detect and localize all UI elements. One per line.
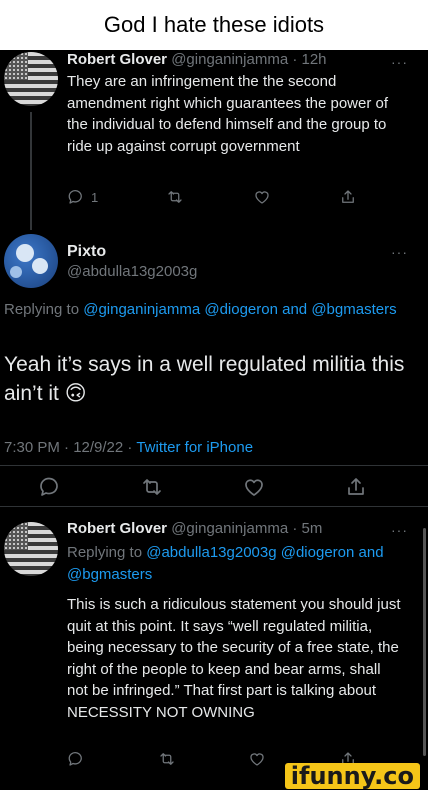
- retweet-icon: [160, 753, 174, 765]
- thread-line: [30, 112, 32, 230]
- mention-link[interactable]: @bgmasters: [311, 301, 396, 318]
- tweet-text: This is such a ridiculous statement you …: [67, 596, 401, 721]
- avatar-flag[interactable]: [4, 52, 58, 106]
- author-handle[interactable]: @ginganinjamma: [171, 51, 288, 68]
- client-link[interactable]: Twitter for iPhone: [136, 439, 253, 456]
- reply-count: 1: [91, 189, 99, 205]
- divider: [0, 506, 428, 507]
- mention-link[interactable]: @abdulla13g2003g: [146, 544, 276, 561]
- more-icon[interactable]: ···: [391, 244, 408, 260]
- more-icon[interactable]: ···: [391, 54, 408, 70]
- replying-to: Replying to @abdulla13g2003g @diogeron a…: [67, 544, 384, 583]
- divider: [0, 465, 428, 466]
- reply-tweet[interactable]: Robert Glover @ginganinjamma · 5m ··· Re…: [0, 512, 428, 789]
- retweet-icon: [168, 191, 183, 203]
- focused-tweet[interactable]: Pixto @abdulla13g2003g ··· Replying to @…: [0, 230, 428, 510]
- reply-button[interactable]: 1: [67, 188, 98, 206]
- mention-link[interactable]: @diogeron: [204, 301, 278, 318]
- heart-icon: [255, 191, 269, 204]
- more-icon[interactable]: ···: [391, 522, 408, 538]
- share-icon: [348, 478, 364, 495]
- like-button[interactable]: [248, 750, 266, 768]
- tweet-metadata: 7:30 PM · 12/9/22 · Twitter for iPhone: [4, 439, 253, 456]
- share-button[interactable]: [339, 188, 357, 206]
- reply-icon: [40, 477, 58, 496]
- tweet-time: 12h: [301, 51, 327, 68]
- author-name[interactable]: Robert Glover: [67, 520, 167, 537]
- tweet-time: 5m: [301, 520, 323, 537]
- tweet-text: They are an infringement the the second …: [67, 73, 389, 155]
- parent-tweet[interactable]: Robert Glover @ginganinjamma · 12h ··· T…: [0, 50, 428, 230]
- avatar-flag[interactable]: [4, 522, 58, 576]
- author-handle[interactable]: @abdulla13g2003g: [67, 263, 197, 280]
- retweet-button[interactable]: [140, 475, 164, 499]
- heart-icon: [250, 753, 264, 766]
- author-name[interactable]: Pixto: [67, 243, 106, 261]
- retweet-icon: [143, 479, 161, 495]
- timestamp: 7:30 PM · 12/9/22 ·: [4, 439, 133, 456]
- heart-icon: [245, 479, 263, 496]
- reply-button[interactable]: [67, 750, 85, 768]
- upside-down-emoji: 🙃: [64, 381, 87, 405]
- retweet-button[interactable]: [158, 750, 176, 768]
- author-name[interactable]: Robert Glover: [67, 51, 167, 68]
- share-button[interactable]: [344, 475, 368, 499]
- reply-button[interactable]: [38, 475, 62, 499]
- retweet-button[interactable]: [166, 188, 184, 206]
- ifunny-watermark: ifunny.co: [284, 763, 420, 789]
- replying-to: Replying to @ginganinjamma @diogeron and…: [4, 301, 397, 318]
- meme-caption: God I hate these idiots: [0, 0, 428, 50]
- share-icon: [342, 190, 354, 203]
- reply-icon: [68, 752, 82, 766]
- avatar-pixto[interactable]: [4, 234, 58, 288]
- reply-icon: [68, 190, 82, 204]
- tweet-text: Yeah it’s says in a well regulated milit…: [4, 353, 405, 405]
- mention-link[interactable]: @ginganinjamma: [83, 301, 200, 318]
- author-handle[interactable]: @ginganinjamma: [171, 520, 288, 537]
- mention-link[interactable]: @diogeron: [281, 544, 355, 561]
- like-button[interactable]: [242, 475, 266, 499]
- mention-link[interactable]: @bgmasters: [67, 566, 152, 583]
- like-button[interactable]: [253, 188, 271, 206]
- scrollbar[interactable]: [423, 528, 426, 756]
